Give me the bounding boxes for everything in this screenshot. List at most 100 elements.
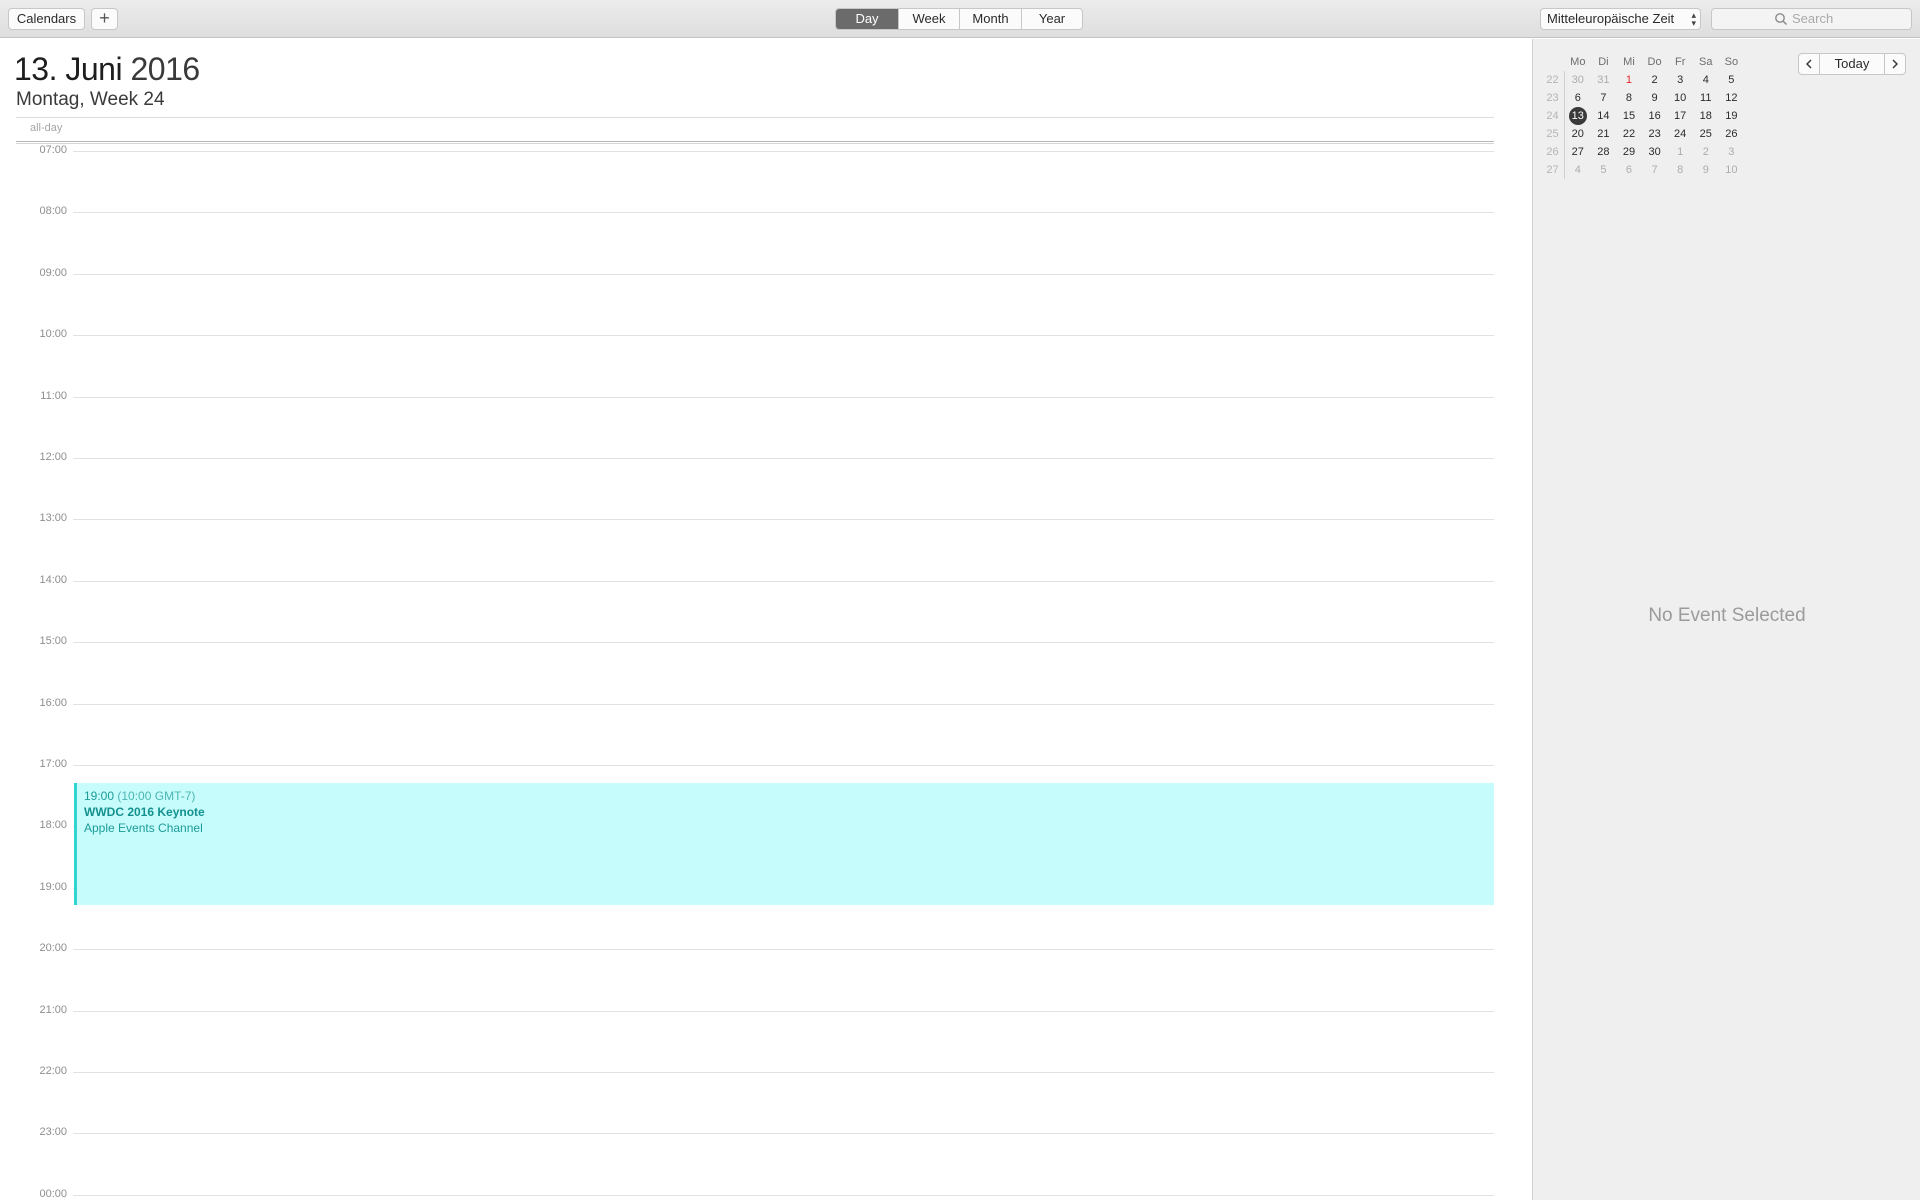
mini-calendar-day[interactable]: 23: [1642, 125, 1668, 143]
hour-label: 12:00: [8, 451, 67, 463]
hour-row[interactable]: 23:00: [0, 1126, 1500, 1194]
hour-line: [73, 1133, 1494, 1135]
hour-line: [73, 335, 1494, 337]
mini-calendar-day[interactable]: 6: [1565, 89, 1591, 107]
mini-calendar-day[interactable]: 27: [1565, 143, 1591, 161]
hour-row[interactable]: 12:00: [0, 451, 1500, 519]
weekday-label: Mo: [1570, 56, 1586, 68]
mini-calendar-day[interactable]: 20: [1565, 125, 1591, 143]
mini-calendar-day[interactable]: 14: [1591, 107, 1617, 125]
mini-calendar-week: 24 13 14 15 16 17 18 19: [1541, 107, 1744, 125]
mini-calendar-day[interactable]: 22: [1616, 125, 1642, 143]
search-field[interactable]: Search: [1711, 8, 1912, 30]
mini-calendar-day[interactable]: 7: [1591, 89, 1617, 107]
hour-row[interactable]: 20:00: [0, 942, 1500, 1010]
mini-calendar-day[interactable]: 3: [1667, 71, 1693, 89]
mini-calendar-day[interactable]: 31: [1591, 71, 1617, 89]
hour-label: 15:00: [8, 635, 67, 648]
weekday-label: Di: [1598, 56, 1609, 68]
mini-calendar-day[interactable]: 8: [1616, 89, 1642, 107]
mini-calendar-day[interactable]: 2: [1642, 71, 1668, 89]
mini-calendar-day[interactable]: 8: [1667, 161, 1693, 179]
hour-row[interactable]: 13:00: [0, 512, 1500, 580]
chevron-left-icon: [1806, 59, 1812, 69]
mini-calendar-day[interactable]: 28: [1591, 143, 1617, 161]
mini-calendar-day[interactable]: 18: [1693, 107, 1719, 125]
today-button[interactable]: Today: [1820, 53, 1884, 75]
hour-label: 21:00: [8, 1003, 67, 1016]
add-event-button[interactable]: +: [91, 8, 118, 30]
mini-calendar-day[interactable]: 30: [1642, 143, 1668, 161]
calendars-button[interactable]: Calendars: [8, 8, 85, 30]
hour-row[interactable]: 09:00: [0, 266, 1500, 335]
mini-calendar-day[interactable]: 19: [1719, 107, 1745, 125]
week-number: 23: [1541, 89, 1565, 107]
week-number: 22: [1541, 71, 1565, 89]
mini-calendar-day[interactable]: 1: [1667, 143, 1693, 161]
tab-day[interactable]: Day: [836, 9, 898, 29]
search-icon: [1775, 13, 1788, 26]
mini-calendar-day[interactable]: 7: [1642, 161, 1668, 179]
previous-day-button[interactable]: [1798, 53, 1820, 75]
timezone-value: Mitteleuropäische Zeit: [1547, 11, 1675, 26]
hour-row[interactable]: 00:00: [0, 1187, 1500, 1200]
mini-calendar-day[interactable]: 17: [1667, 107, 1693, 125]
mini-calendar-day[interactable]: 4: [1693, 71, 1719, 89]
mini-calendar-day[interactable]: 13: [1568, 107, 1587, 125]
mini-calendar-day[interactable]: 21: [1591, 125, 1617, 143]
hour-row[interactable]: 15:00: [0, 635, 1500, 703]
hour-row[interactable]: 21:00: [0, 1003, 1500, 1072]
hour-label: 23:00: [8, 1126, 67, 1139]
hour-row[interactable]: 07:00: [0, 145, 1500, 212]
calendar-event[interactable]: 19:00 (10:00 GMT-7) WWDC 2016 Keynote Ap…: [74, 783, 1494, 905]
hour-line: [73, 396, 1494, 398]
next-day-button[interactable]: [1884, 53, 1906, 75]
hour-row[interactable]: 14:00: [0, 573, 1500, 642]
chevron-right-icon: [1892, 59, 1898, 69]
mini-calendar-day[interactable]: 9: [1642, 89, 1668, 107]
mini-calendar-day[interactable]: 6: [1616, 161, 1642, 179]
hour-grid[interactable]: 07:00 08:00 09:00 10:00 11:00 12:00 13:00 14:00…: [0, 145, 1532, 1200]
toolbar: Calendars + Day Week Month Year Mitteleu…: [0, 0, 1920, 38]
hour-row[interactable]: 11:00: [0, 389, 1500, 458]
hour-line: [73, 212, 1494, 214]
mini-calendar-day[interactable]: 24: [1667, 125, 1693, 143]
mini-calendar-day[interactable]: 5: [1719, 71, 1745, 89]
tab-week[interactable]: Week: [898, 9, 959, 29]
mini-calendar-day[interactable]: 25: [1693, 125, 1719, 143]
mini-calendar-day[interactable]: 4: [1565, 161, 1591, 179]
mini-calendar-day[interactable]: 10: [1719, 161, 1745, 179]
hour-line: [73, 151, 1494, 152]
hour-label: 14:00: [8, 573, 67, 586]
weekday-label: Fr: [1674, 56, 1686, 68]
hour-row[interactable]: 16:00: [0, 696, 1500, 765]
hour-row[interactable]: 22:00: [0, 1065, 1500, 1133]
stepper-arrows-icon: ▴ ▾: [1691, 10, 1696, 28]
mini-calendar-day[interactable]: 1: [1616, 71, 1642, 89]
mini-calendar-day[interactable]: 10: [1667, 89, 1693, 107]
mini-calendar-day[interactable]: 12: [1719, 89, 1745, 107]
timezone-select[interactable]: Mitteleuropäische Zeit ▴ ▾: [1540, 8, 1701, 30]
mini-calendar-day[interactable]: 29: [1616, 143, 1642, 161]
tab-month[interactable]: Month: [959, 9, 1021, 29]
mini-calendar-day[interactable]: 3: [1719, 143, 1745, 161]
tab-year[interactable]: Year: [1021, 9, 1082, 29]
hour-line: [73, 580, 1494, 582]
mini-calendar-day[interactable]: 16: [1642, 107, 1668, 125]
mini-calendar-day[interactable]: 9: [1693, 161, 1719, 179]
hour-row[interactable]: 08:00: [0, 205, 1500, 273]
mini-calendar-day[interactable]: 5: [1591, 161, 1617, 179]
divider: [16, 117, 1494, 118]
hour-row[interactable]: 10:00: [0, 328, 1500, 396]
mini-calendar-day[interactable]: 30: [1565, 71, 1591, 89]
mini-calendar-day[interactable]: 15: [1616, 107, 1642, 125]
week-number: 24: [1541, 107, 1565, 125]
page-title: 13. Juni 2016: [14, 49, 200, 89]
search-placeholder: Search: [1792, 11, 1834, 26]
hour-label: 08:00: [8, 205, 67, 218]
hour-label: 17:00: [8, 758, 67, 770]
mini-calendar-day[interactable]: 11: [1693, 89, 1719, 107]
mini-calendar-day[interactable]: 2: [1693, 143, 1719, 161]
hour-label: 19:00: [8, 880, 67, 893]
mini-calendar-day[interactable]: 26: [1719, 125, 1745, 143]
